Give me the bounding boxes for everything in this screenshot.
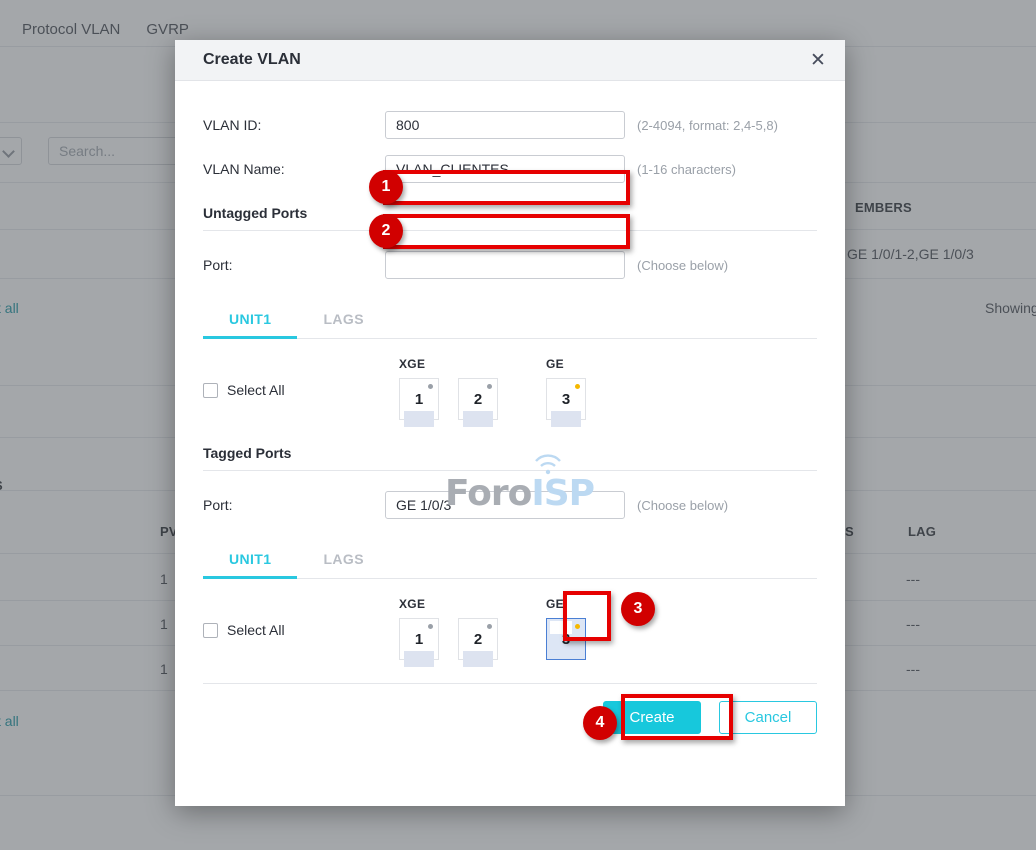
tagged-select-all-label: Select All [227,622,285,638]
annotation-marker-2: 2 [369,214,403,248]
untagged-group-ge: GE 3 [546,357,586,427]
untagged-select-all-label: Select All [227,382,285,398]
create-vlan-dialog: Create VLAN ✕ VLAN ID: 800 (2-4094, form… [175,40,845,806]
untagged-divider [203,230,817,231]
port-status-dot-icon [487,624,492,629]
tagged-group-ge: GE 3 [546,597,586,660]
untagged-port-row: Port: (Choose below) [203,243,817,287]
untagged-ports-row: Select All XGE 1 2 GE 3 [203,357,817,427]
annotation-marker-3: 3 [621,592,655,626]
untagged-select-all-checkbox[interactable] [203,382,218,398]
untagged-port-label: Port: [203,257,233,273]
untagged-group-label-ge: GE [546,357,564,371]
tagged-tab-lags[interactable]: LAGS [297,543,390,579]
untagged-port-number: 2 [473,391,483,408]
tagged-select-all[interactable]: Select All [203,597,399,638]
port-base-icon [551,411,581,427]
annotation-marker-1: 1 [369,170,403,204]
untagged-tab-unit1[interactable]: UNIT1 [203,303,298,339]
untagged-port-ge-3[interactable]: 3 [546,378,586,427]
tagged-port-label: Port: [203,497,233,513]
dialog-header: Create VLAN ✕ [175,40,845,81]
untagged-group-xge: XGE 1 2 [399,357,498,427]
untagged-port-number: 3 [561,391,571,408]
tagged-ports-title: Tagged Ports [203,445,292,461]
vlan-id-row: VLAN ID: 800 (2-4094, format: 2,4-5,8) [203,103,817,147]
vlan-id-hint: (2-4094, format: 2,4-5,8) [637,117,778,133]
tagged-group-xge: XGE 1 2 [399,597,498,667]
port-base-icon [404,651,434,667]
vlan-name-row: VLAN Name: VLAN_CLIENTES (1-16 character… [203,147,817,191]
tagged-ports-row: Select All XGE 1 2 GE 3 3 [203,591,817,667]
tagged-tab-unit1[interactable]: UNIT1 [203,543,298,579]
port-status-dot-icon [428,384,433,389]
dialog-body: VLAN ID: 800 (2-4094, format: 2,4-5,8) V… [175,103,845,667]
tagged-group-label-xge: XGE [399,597,426,611]
dialog-footer: 4 Create Cancel [175,684,845,740]
page-title: Create VLAN [203,51,301,68]
cancel-button[interactable]: Cancel [719,701,817,734]
tagged-tabs: UNIT1 LAGS [203,543,817,579]
tagged-port-xge-2[interactable]: 2 [458,618,498,667]
untagged-ports-title: Untagged Ports [203,205,308,221]
port-status-dot-icon [428,624,433,629]
port-base-icon [404,411,434,427]
vlan-name-input[interactable]: VLAN_CLIENTES [385,155,625,183]
tagged-divider [203,470,817,471]
vlan-name-label: VLAN Name: [203,161,285,177]
untagged-port-xge-2[interactable]: 2 [458,378,498,427]
annotation-marker-4: 4 [583,706,617,740]
tagged-port-row: Port: GE 1/0/3 (Choose below) [203,483,817,527]
create-button[interactable]: Create [603,701,701,734]
untagged-tab-lags[interactable]: LAGS [297,303,390,339]
tagged-port-number: 1 [414,631,424,648]
tagged-select-all-checkbox[interactable] [203,622,218,638]
vlan-name-hint: (1-16 characters) [637,161,736,177]
vlan-id-input[interactable]: 800 [385,111,625,139]
tagged-port-input[interactable]: GE 1/0/3 [385,491,625,519]
tagged-port-hint: (Choose below) [637,497,729,513]
port-status-dot-icon [575,624,580,629]
untagged-port-input[interactable] [385,251,625,279]
tagged-port-number: 3 [561,631,571,648]
untagged-port-number: 1 [414,391,424,408]
untagged-port-hint: (Choose below) [637,257,729,273]
port-base-icon [463,651,493,667]
port-status-dot-icon [575,384,580,389]
port-base-icon [463,411,493,427]
vlan-id-label: VLAN ID: [203,117,262,133]
untagged-group-label-xge: XGE [399,357,426,371]
untagged-tabs: UNIT1 LAGS [203,303,817,339]
close-icon[interactable]: ✕ [805,47,831,73]
tagged-port-ge-3[interactable]: 3 [546,618,586,660]
untagged-port-xge-1[interactable]: 1 [399,378,439,427]
tagged-port-number: 2 [473,631,483,648]
untagged-select-all[interactable]: Select All [203,357,399,398]
tagged-group-label-ge: GE [546,597,564,611]
port-status-dot-icon [487,384,492,389]
tagged-port-xge-1[interactable]: 1 [399,618,439,667]
